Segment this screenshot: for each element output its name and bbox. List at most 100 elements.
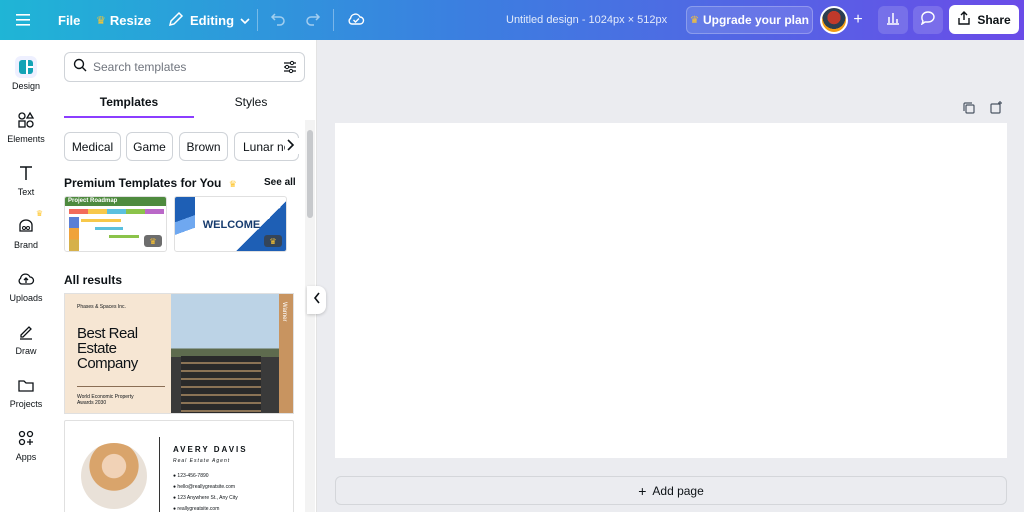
- tab-templates[interactable]: Templates: [64, 92, 194, 118]
- collapse-panel-button[interactable]: [307, 286, 326, 314]
- pencil-icon: [168, 11, 184, 30]
- rail-item-text[interactable]: Text: [0, 158, 52, 208]
- panel-tabs: Templates Styles: [64, 92, 305, 118]
- rail-item-design[interactable]: Design: [0, 52, 52, 102]
- left-rail: Design Elements Text ♛ Brand Uploads Dra…: [0, 40, 52, 512]
- rail-item-label: Apps: [15, 452, 37, 462]
- roadmap-color-row: [69, 209, 164, 214]
- share-button[interactable]: Share: [949, 5, 1019, 34]
- roadmap-bar: [109, 235, 139, 238]
- contact-address: ● 123 Anywhere St., Any City: [173, 493, 238, 504]
- template-card-real-estate[interactable]: Phases & Spaces Inc. Best Real Estate Co…: [64, 293, 294, 414]
- bar-chart-icon: [885, 11, 901, 30]
- hamburger-icon: [16, 13, 34, 27]
- elements-icon: [15, 109, 37, 131]
- projects-icon: [15, 374, 37, 396]
- search-icon: [73, 58, 87, 77]
- upgrade-plan-button[interactable]: ♛ Upgrade your plan: [686, 6, 813, 34]
- card-brand: Phases & Spaces Inc.: [77, 304, 126, 310]
- plus-icon: +: [853, 11, 863, 28]
- premium-section-title: Premium Templates for You ♛: [64, 176, 237, 190]
- card-left-panel: Phases & Spaces Inc. Best Real Estate Co…: [65, 294, 171, 413]
- chip-label: Lunar ne: [243, 139, 291, 154]
- file-menu[interactable]: File: [58, 0, 80, 40]
- menu-button[interactable]: [16, 0, 34, 40]
- save-status-button[interactable]: [347, 0, 365, 40]
- chevron-right-icon: [285, 139, 295, 156]
- toolbar-divider: [333, 9, 334, 31]
- rail-item-label: Brand: [13, 240, 39, 250]
- filter-icon[interactable]: [282, 59, 298, 80]
- cloud-check-icon: [347, 12, 365, 29]
- undo-button[interactable]: [270, 0, 286, 40]
- contact-phone: ● 123-456-7890: [173, 471, 238, 482]
- add-page-label: Add page: [652, 483, 704, 498]
- card-title-line: Estate: [77, 340, 117, 357]
- template-card-business[interactable]: AVERY DAVIS Real Estate Agent ● 123-456-…: [64, 420, 294, 512]
- card-title: Best Real Estate Company: [77, 326, 138, 371]
- rail-item-label: Uploads: [9, 293, 43, 303]
- uploads-icon: [15, 268, 37, 290]
- roadmap-bar: [81, 219, 121, 222]
- duplicate-page-icon[interactable]: [962, 101, 978, 117]
- email-text: hello@reallygreatsite.com: [177, 484, 236, 490]
- all-results-title: All results: [64, 273, 123, 287]
- avatar[interactable]: [820, 6, 848, 34]
- agent-name: AVERY DAVIS: [173, 445, 248, 454]
- text-icon: [15, 162, 37, 184]
- card-side-text: Warner: [281, 302, 287, 322]
- search-placeholder: Search templates: [93, 60, 187, 74]
- draw-icon: [15, 321, 37, 343]
- rail-item-label: Elements: [7, 134, 45, 144]
- rail-item-draw[interactable]: Draw: [0, 317, 52, 367]
- rail-item-elements[interactable]: Elements: [0, 105, 52, 155]
- share-upload-icon: [957, 11, 971, 28]
- chevron-left-icon: [313, 291, 321, 309]
- contact-email: ● hello@reallygreatsite.com: [173, 482, 238, 493]
- rail-item-label: Text: [17, 187, 35, 197]
- panel-scrollbar-thumb[interactable]: [307, 130, 313, 218]
- design-canvas[interactable]: [335, 123, 1007, 458]
- chip-brown[interactable]: Brown: [179, 132, 228, 161]
- rail-item-label: Projects: [9, 399, 43, 409]
- resize-label: Resize: [109, 12, 152, 28]
- crown-icon: ♛: [690, 14, 699, 26]
- template-thumb-welcome[interactable]: WELCOME ♛: [174, 196, 287, 252]
- tab-styles[interactable]: Styles: [186, 92, 316, 118]
- card-title-line: Company: [77, 355, 138, 372]
- card-side-strip: Warner: [279, 294, 293, 413]
- building-windows: [181, 356, 261, 413]
- chips-next-button[interactable]: [285, 138, 299, 154]
- share-label: Share: [977, 12, 1011, 27]
- resize-button[interactable]: ♛ Resize: [96, 0, 151, 40]
- redo-icon: [305, 12, 321, 29]
- rail-item-projects[interactable]: Projects: [0, 370, 52, 420]
- top-bar: File ♛ Resize Editing Untitled design - …: [0, 0, 1024, 40]
- redo-button[interactable]: [305, 0, 321, 40]
- chevron-down-icon: [240, 13, 250, 28]
- rail-item-brand[interactable]: ♛ Brand: [0, 209, 52, 261]
- comments-button[interactable]: [913, 6, 943, 34]
- chip-game[interactable]: Game: [126, 132, 173, 161]
- undo-icon: [270, 12, 286, 29]
- editing-label: Editing: [190, 12, 235, 28]
- rail-item-label: Draw: [15, 346, 37, 356]
- building-photo: [171, 294, 279, 413]
- insights-button[interactable]: [878, 6, 908, 34]
- add-page-icon[interactable]: [989, 101, 1005, 117]
- agent-contact: ● 123-456-7890 ● hello@reallygreatsite.c…: [173, 471, 238, 512]
- card-title-line: Best Real: [77, 325, 138, 342]
- template-thumb-project-roadmap[interactable]: Project Roadmap ♛: [64, 196, 167, 252]
- chip-medical[interactable]: Medical: [64, 132, 121, 161]
- rail-item-uploads[interactable]: Uploads: [0, 264, 52, 314]
- templates-panel: Search templates Templates Styles Medica…: [52, 40, 317, 512]
- add-page-button[interactable]: + Add page: [335, 476, 1007, 505]
- editing-mode-button[interactable]: Editing: [168, 0, 250, 40]
- search-templates-input[interactable]: Search templates: [64, 52, 305, 82]
- add-collaborator-button[interactable]: +: [848, 10, 868, 30]
- see-all-link[interactable]: See all: [264, 177, 296, 188]
- rail-item-apps[interactable]: Apps: [0, 423, 52, 473]
- document-title[interactable]: Untitled design - 1024px × 512px: [506, 0, 667, 40]
- address-text: 123 Anywhere St., Any City: [177, 495, 238, 501]
- phone-text: 123-456-7890: [177, 473, 209, 479]
